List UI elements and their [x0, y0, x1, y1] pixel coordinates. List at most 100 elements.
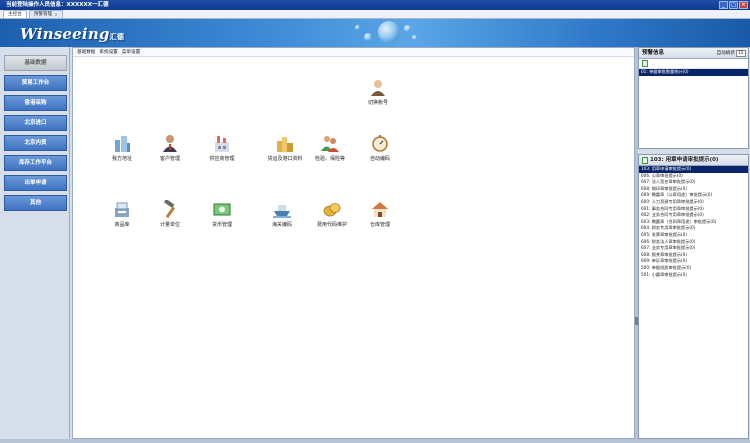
ship-icon	[273, 200, 291, 218]
tab-warning-management[interactable]: 预警管理 ✕	[28, 10, 63, 19]
func-freight-port-data[interactable]: 货运及港口资料	[258, 134, 312, 162]
sidebar-item-other[interactable]: 其他	[4, 195, 67, 211]
bubble-decoration	[364, 33, 372, 41]
list-item[interactable]: 609: 椭圆章（公章用途）审批提示(0)	[639, 192, 748, 199]
window-title: 当前登陆操作人员信息：XXXXXX一汇德	[6, 2, 109, 8]
header-banner: Winseeing汇德	[0, 19, 750, 47]
main-panel: 基础数据 系统设置 菜单设置 切换账号 我方地址 客户管理 供应商管理 货运及港…	[72, 47, 635, 439]
hammer-icon	[161, 198, 179, 219]
auto-refresh-control: 自动刷新 15	[717, 48, 748, 59]
tab-label: 预警管理	[33, 11, 53, 17]
func-label: 计量单位	[159, 222, 180, 228]
list-item[interactable]: 605: 发票章审批提示(0)	[639, 232, 748, 239]
window-titlebar: 当前登陆操作人员信息：XXXXXX一汇德 _ □ ×	[0, 0, 750, 10]
func-label: 货币管理	[211, 222, 232, 228]
func-label: 我方地址	[111, 156, 132, 162]
list-item[interactable]: 500: 单据纸质审批提示(0)	[639, 265, 748, 272]
tab-label: 主控台	[8, 11, 22, 17]
city-icon	[276, 134, 294, 152]
house-icon	[371, 200, 389, 218]
list-item[interactable]: 608: 钢印章审批提示(0)	[639, 186, 748, 193]
bubble-decoration	[355, 25, 360, 30]
auto-refresh-select[interactable]: 15	[736, 49, 746, 57]
list-item[interactable]: 603: 椭圆章（合同章用途）审批提示(0)	[639, 219, 748, 226]
document-icon	[642, 156, 648, 164]
list-item[interactable]: 602: 业务合同专用章审批提示(0)	[639, 212, 748, 219]
func-inspection-insurance[interactable]: 检验、保险等	[308, 134, 352, 162]
sidebar-item-inventory[interactable]: 库存工作平台	[4, 155, 67, 171]
sidebar: 基础数据 贸易工作台 香港采购 北京进口 北京内贸 库存工作平台 出单申请 其他	[0, 47, 70, 439]
cash-register-icon	[113, 200, 131, 218]
func-label: 客户管理	[159, 156, 180, 162]
main-menubar: 基础数据 系统设置 菜单设置	[73, 48, 634, 57]
func-customer-management[interactable]: 客户管理	[148, 134, 192, 162]
list-item[interactable]: 606: 财务法人章审批提示(0)	[639, 239, 748, 246]
sidebar-item-hk-purchase[interactable]: 香港采购	[4, 95, 67, 111]
func-label: 仓库管理	[369, 222, 390, 228]
sidebar-item-beijing-domestic[interactable]: 北京内贸	[4, 135, 67, 151]
approval-list: 103: 用章申请审批提示(0) 606: 公章审批提示(0) 607: 法人签…	[639, 166, 748, 278]
func-label: 检验、保险等	[314, 156, 345, 162]
func-label: 货运及港口资料	[267, 156, 303, 162]
func-auto-numbering[interactable]: 自动编码	[358, 134, 402, 162]
maximize-button[interactable]: □	[729, 1, 738, 9]
document-icon[interactable]	[642, 60, 648, 67]
window-controls: _ □ ×	[719, 1, 748, 9]
func-warehouse-management[interactable]: 仓库管理	[358, 200, 402, 228]
func-our-address[interactable]: 我方地址	[100, 134, 144, 162]
func-label: 费用代码维护	[316, 222, 347, 228]
bubble-decoration	[412, 35, 417, 40]
list-item[interactable]: 606: 公章审批提示(0)	[639, 173, 748, 180]
status-bar	[0, 439, 750, 443]
func-label: 海关编码	[271, 222, 292, 228]
list-item[interactable]: 607: 法人签名章审批提示(0)	[639, 179, 748, 186]
func-customs-code[interactable]: 海关编码	[260, 200, 304, 228]
stopwatch-icon	[371, 134, 389, 152]
warning-panel-title: 预警信息	[642, 49, 665, 56]
warning-panel-header: 预警信息 自动刷新 15	[639, 48, 748, 59]
func-measurement-unit[interactable]: 计量单位	[148, 198, 192, 228]
bubble-decoration	[378, 21, 400, 43]
user-switch-icon	[369, 78, 387, 96]
list-item[interactable]: 607: 业务专用章审批提示(0)	[639, 245, 748, 252]
func-currency-management[interactable]: 货币管理	[200, 200, 244, 228]
approval-panel-title-wrap: 103: 用章申请审批提示(0)	[642, 155, 718, 166]
list-item[interactable]: 501: 小圆章审批提示(0)	[639, 272, 748, 279]
close-button[interactable]: ×	[739, 1, 748, 9]
list-item[interactable]: 601: 事务合同专用章审批提示(0)	[639, 206, 748, 213]
sidebar-item-trade-workbench[interactable]: 贸易工作台	[4, 75, 67, 91]
list-item[interactable]: 01: 单据审批数量统计(0)	[639, 69, 748, 76]
list-item[interactable]: 608: 报关章审批提示(0)	[639, 252, 748, 259]
list-item[interactable]: 600: 人力资源专用章审批提示(0)	[639, 199, 748, 206]
brand-logo: Winseeing汇德	[20, 25, 124, 43]
tab-close-icon[interactable]: ✕	[54, 11, 57, 19]
func-label: 供应商管理	[209, 156, 235, 162]
func-supplier-management[interactable]: 供应商管理	[200, 134, 244, 162]
banknote-icon	[213, 200, 231, 218]
approval-panel-header: 103: 用章申请审批提示(0)	[639, 155, 748, 166]
approval-panel-title: 103: 用章申请审批提示(0)	[650, 156, 719, 163]
menu-system-settings[interactable]: 系统设置	[99, 48, 117, 56]
sidebar-item-issue-request[interactable]: 出单申请	[4, 175, 67, 191]
people-icon	[321, 134, 339, 152]
businessman-icon	[161, 134, 179, 152]
func-fee-code-maintenance[interactable]: 费用代码维护	[308, 200, 356, 228]
list-item[interactable]: 103: 用章申请审批提示(0)	[639, 166, 748, 173]
warning-panel: 预警信息 自动刷新 15 01: 单据审批数量统计(0)	[638, 47, 749, 149]
warning-list: 01: 单据审批数量统计(0)	[639, 69, 748, 76]
func-switch-account[interactable]: 切换账号	[356, 78, 400, 106]
func-product-library[interactable]: 商品库	[100, 200, 144, 228]
list-item[interactable]: 609: 单证章审批提示(0)	[639, 258, 748, 265]
sidebar-item-base-data[interactable]: 基础数据	[4, 55, 67, 71]
bubble-decoration	[404, 25, 411, 32]
menu-base-data[interactable]: 基础数据	[77, 48, 95, 56]
auto-refresh-label: 自动刷新	[716, 50, 735, 56]
list-item[interactable]: 604: 财务专用章审批提示(0)	[639, 225, 748, 232]
sidebar-item-beijing-import[interactable]: 北京进口	[4, 115, 67, 131]
approval-panel: 103: 用章申请审批提示(0) 103: 用章申请审批提示(0) 606: 公…	[638, 154, 749, 439]
menu-menu-settings[interactable]: 菜单设置	[122, 48, 140, 56]
tab-console[interactable]: 主控台	[3, 10, 27, 18]
minimize-button[interactable]: _	[719, 1, 728, 9]
func-label: 切换账号	[367, 100, 388, 106]
logo-text: Winseeing	[20, 25, 110, 43]
